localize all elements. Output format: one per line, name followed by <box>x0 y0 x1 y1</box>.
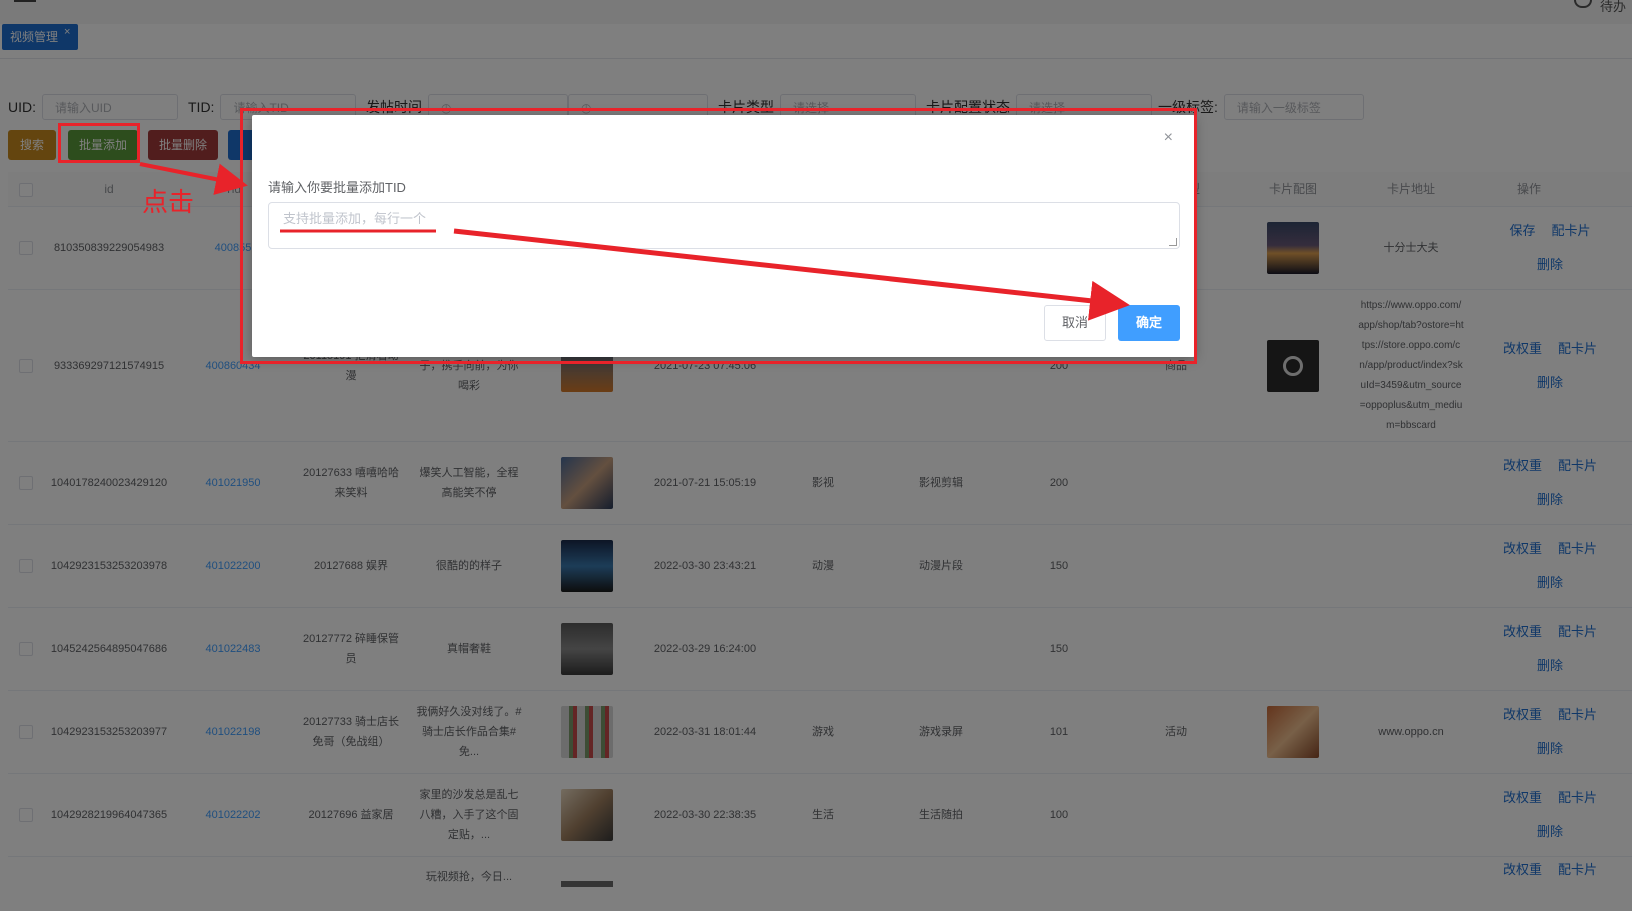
arrow-to-dialog <box>139 162 248 195</box>
annotation-arrows <box>139 162 1130 321</box>
arrow-to-confirm <box>453 228 1130 321</box>
